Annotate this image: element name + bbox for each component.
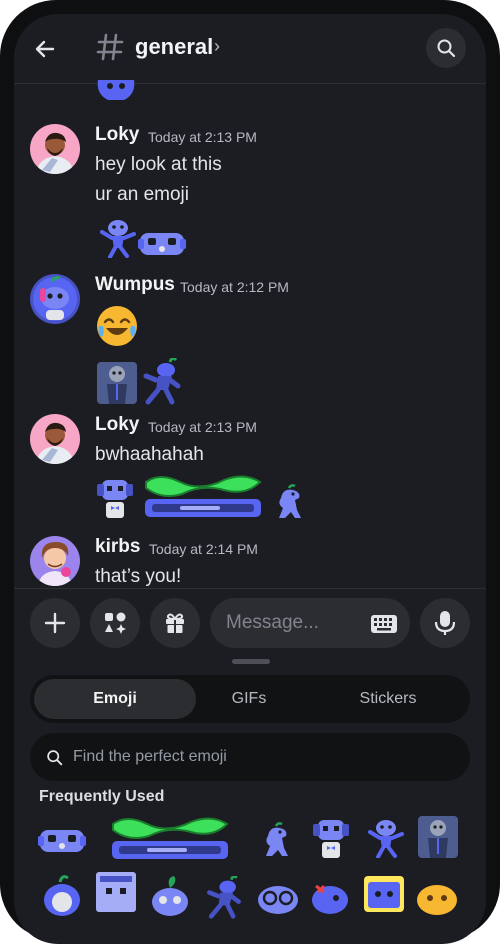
emoji-search-input[interactable]: Find the perfect emoji <box>30 733 470 781</box>
channel-name[interactable]: general <box>135 34 213 60</box>
search-icon <box>437 39 456 58</box>
add-attachment-button[interactable] <box>30 598 80 648</box>
composer-divider <box>14 588 486 589</box>
message-text: ur an emoji <box>95 184 189 205</box>
message-item[interactable]: Loky Today at 2:13 PM bwhaahahah <box>14 414 486 534</box>
gift-icon <box>166 613 184 633</box>
apps-icon <box>105 612 126 634</box>
message-timestamp: Today at 2:13 PM <box>148 419 257 435</box>
avatar[interactable] <box>30 414 80 464</box>
wumpus-dancing-emoji[interactable] <box>368 818 404 863</box>
emoji-search-placeholder: Find the perfect emoji <box>73 748 227 765</box>
message-author[interactable]: Wumpus <box>95 274 175 296</box>
message-item[interactable]: kirbs Today at 2:14 PM that’s you! <box>14 536 486 591</box>
wumpus-glasses-emoji[interactable] <box>254 876 302 921</box>
message-timestamp: Today at 2:14 PM <box>149 541 258 557</box>
message-timestamp: Today at 2:13 PM <box>148 129 257 145</box>
wumpus-angry-emoji[interactable] <box>308 876 352 921</box>
wumpus-headphones-emoji[interactable] <box>310 816 352 865</box>
tab-emoji[interactable]: Emoji <box>34 679 196 719</box>
wumpus-dancing-emoji[interactable] <box>100 218 136 263</box>
avatar[interactable] <box>30 124 80 174</box>
plus-icon <box>44 612 66 634</box>
message-author[interactable]: Loky <box>95 124 139 146</box>
message-text: bwhaahahah <box>95 444 204 465</box>
wumpus-mug-emoji[interactable] <box>416 814 460 865</box>
chevron-right-icon[interactable]: › <box>214 36 220 57</box>
search-button[interactable] <box>426 28 466 68</box>
wumpus-bar-emoji[interactable] <box>140 474 266 527</box>
tab-stickers[interactable]: Stickers <box>310 679 466 719</box>
yellow-blob-emoji[interactable] <box>414 876 460 921</box>
frequently-used-heading: Frequently Used <box>39 788 165 805</box>
message-item[interactable]: Loky Today at 2:13 PM hey look at this u… <box>14 124 486 264</box>
wumpus-running-emoji[interactable] <box>142 356 182 411</box>
wumpus-dino-emoji[interactable] <box>271 484 307 525</box>
back-button[interactable] <box>30 34 60 64</box>
message-placeholder: Message... <box>226 612 319 633</box>
arrow-left-icon <box>35 40 55 58</box>
wumpus-sprout-emoji[interactable] <box>148 874 192 923</box>
microphone-icon <box>434 611 456 635</box>
wumpus-bar-emoji[interactable] <box>96 816 244 869</box>
wumpus-emoji[interactable] <box>94 80 138 109</box>
phone-frame: general › Loky Today at 2:13 PM hey look… <box>0 0 500 944</box>
voice-message-button[interactable] <box>420 598 470 648</box>
gift-button[interactable] <box>150 598 200 648</box>
wumpus-face-emoji[interactable] <box>138 229 186 262</box>
apps-button[interactable] <box>90 598 140 648</box>
message-text: that’s you! <box>95 566 182 587</box>
header-divider <box>14 83 486 84</box>
keyboard-icon[interactable] <box>370 614 398 634</box>
wumpus-face-emoji[interactable] <box>38 826 86 859</box>
message-text: hey look at this <box>95 154 222 175</box>
drawer-drag-handle[interactable] <box>232 659 270 664</box>
message-input[interactable]: Message... <box>210 598 410 648</box>
hash-icon <box>94 30 126 64</box>
wumpus-bird-emoji[interactable] <box>40 874 84 923</box>
joy-emoji[interactable] <box>95 304 139 353</box>
avatar[interactable] <box>30 274 80 324</box>
app-screen: general › Loky Today at 2:13 PM hey look… <box>14 14 486 944</box>
channel-header: general › <box>14 14 486 84</box>
avatar[interactable] <box>30 536 80 586</box>
tab-gifs[interactable]: GIFs <box>196 679 302 719</box>
wumpus-headphones-emoji[interactable] <box>94 476 136 525</box>
search-icon <box>47 749 63 765</box>
wumpus-box-emoji[interactable] <box>94 870 138 919</box>
message-timestamp: Today at 2:12 PM <box>180 279 289 295</box>
message-author[interactable]: Loky <box>95 414 139 436</box>
picker-tabs: Emoji GIFs Stickers <box>30 675 470 723</box>
wumpus-dino-emoji[interactable] <box>258 822 294 863</box>
message-item[interactable]: Wumpus Today at 2:12 PM <box>14 274 486 405</box>
message-author[interactable]: kirbs <box>95 536 140 558</box>
wumpus-tv-emoji[interactable] <box>362 872 406 919</box>
wumpus-mug-emoji[interactable] <box>95 360 139 411</box>
